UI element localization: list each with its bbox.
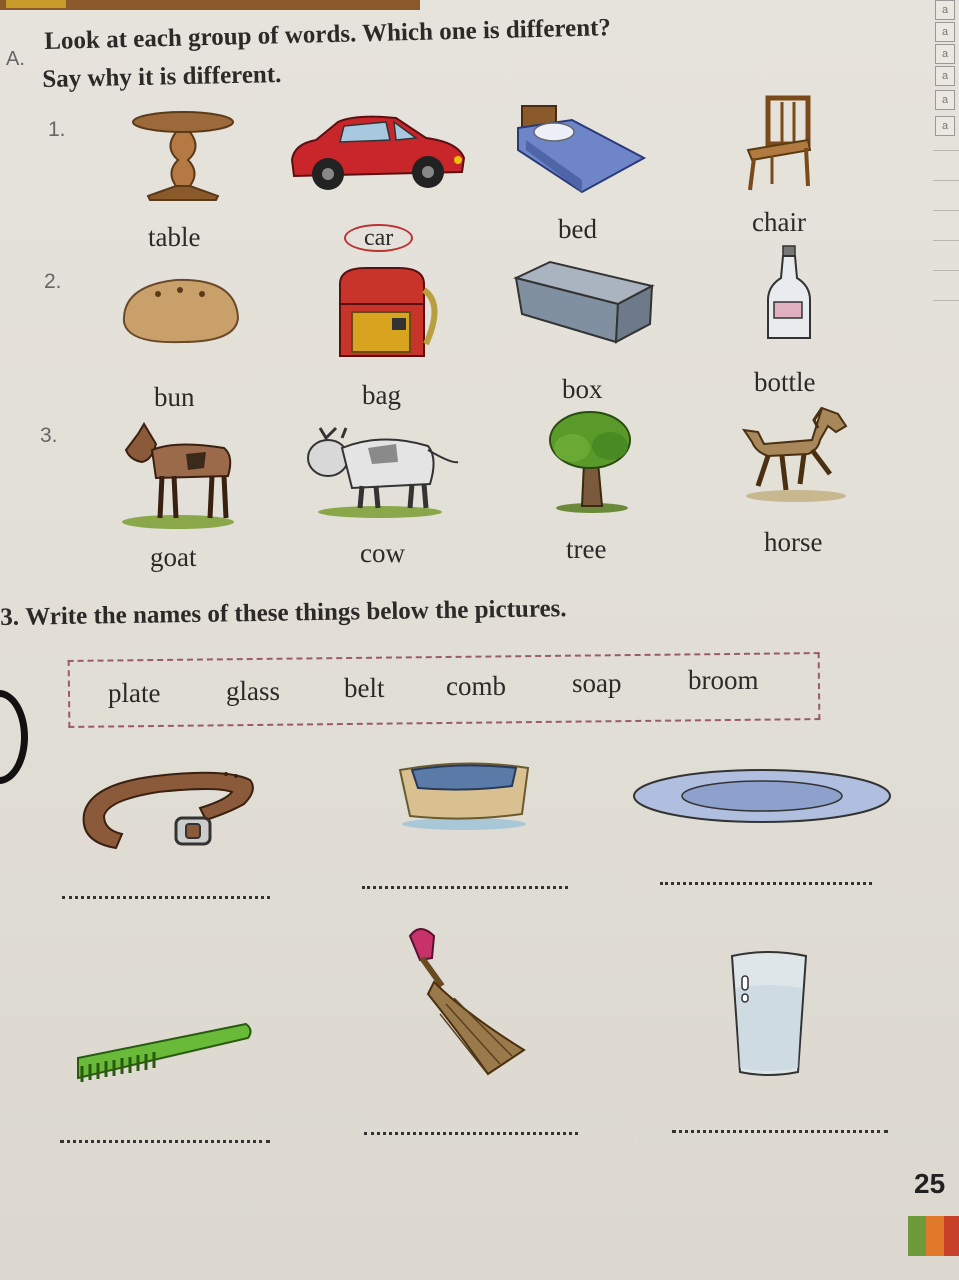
margin-tabs: a a a a a a xyxy=(931,0,959,160)
group-1-word-circled: car xyxy=(344,224,414,252)
horse-picture xyxy=(741,406,848,502)
word-bank-item: glass xyxy=(226,676,280,706)
bed-picture xyxy=(517,105,647,194)
cow-picture xyxy=(307,426,459,518)
margin-tab: a xyxy=(935,0,955,20)
group-2-word: bag xyxy=(362,380,401,410)
binder-ring xyxy=(0,690,28,784)
glass-picture xyxy=(730,951,808,1076)
margin-tab: a xyxy=(935,116,955,136)
word-bank-item: broom xyxy=(688,665,759,695)
comb-picture xyxy=(77,1022,252,1082)
section-b-title: Write the names of these things below th… xyxy=(24,595,567,631)
ruled-line xyxy=(933,300,959,301)
ruled-line xyxy=(933,270,959,271)
section-a-heading-line1: Look at each group of words. Which one i… xyxy=(44,14,612,55)
margin-tab: a xyxy=(935,66,955,86)
group-2-word: bun xyxy=(154,382,195,412)
answer-line[interactable] xyxy=(60,1140,270,1143)
word-bank-item: soap xyxy=(572,668,622,698)
answer-line[interactable] xyxy=(364,1132,578,1135)
ruled-line xyxy=(933,150,959,151)
car-picture xyxy=(290,115,466,190)
group-3-word: goat xyxy=(150,542,197,572)
box-picture xyxy=(513,260,655,344)
answer-line[interactable] xyxy=(672,1130,888,1133)
word-bank-item: plate xyxy=(108,678,161,708)
workbook-page: a a a a a a A. Look at each group of wor… xyxy=(0,0,959,1280)
group-2-word: box xyxy=(562,374,603,404)
group-2-word: bottle xyxy=(754,367,816,397)
belt-picture xyxy=(82,771,254,850)
page-number: 25 xyxy=(914,1168,946,1199)
group-3-word: tree xyxy=(566,534,607,564)
color-stripe xyxy=(926,1216,944,1256)
table-picture xyxy=(132,111,234,201)
question-number: 2. xyxy=(44,270,62,293)
group-1-word: table xyxy=(148,222,201,252)
answer-line[interactable] xyxy=(660,882,872,885)
ruled-line xyxy=(933,240,959,241)
section-b-heading: 3. Write the names of these things below… xyxy=(0,595,567,632)
top-banner xyxy=(0,0,420,10)
ruled-line xyxy=(933,180,959,181)
group-1-word: chair xyxy=(752,207,806,237)
group-3-word: cow xyxy=(360,538,405,568)
soap-picture xyxy=(398,762,530,830)
word-bank-item: comb xyxy=(446,671,506,701)
margin-tab: a xyxy=(935,22,955,42)
section-a-letter: A. xyxy=(6,48,25,70)
color-stripe xyxy=(908,1216,926,1256)
word-bank-item: belt xyxy=(344,673,385,703)
section-b-letter: 3. xyxy=(0,603,20,631)
ruled-line xyxy=(933,210,959,211)
answer-line[interactable] xyxy=(362,886,568,889)
bottle-picture xyxy=(767,245,811,339)
question-number: 3. xyxy=(40,424,58,447)
tree-picture xyxy=(549,411,631,513)
margin-tab: a xyxy=(935,44,955,64)
banner-mark xyxy=(6,0,66,8)
chair-picture xyxy=(746,95,812,191)
section-a-heading-line2: Say why it is different. xyxy=(42,60,282,93)
group-3-word: horse xyxy=(764,527,823,557)
question-number: 1. xyxy=(48,118,66,141)
color-stripe xyxy=(944,1216,959,1256)
bun-picture xyxy=(122,278,240,344)
broom-picture xyxy=(408,928,526,1076)
bag-picture xyxy=(339,267,438,357)
margin-tab: a xyxy=(935,90,955,110)
plate-picture xyxy=(633,769,891,823)
group-1-word: bed xyxy=(558,214,597,244)
answer-line[interactable] xyxy=(62,896,270,899)
goat-picture xyxy=(122,422,234,529)
